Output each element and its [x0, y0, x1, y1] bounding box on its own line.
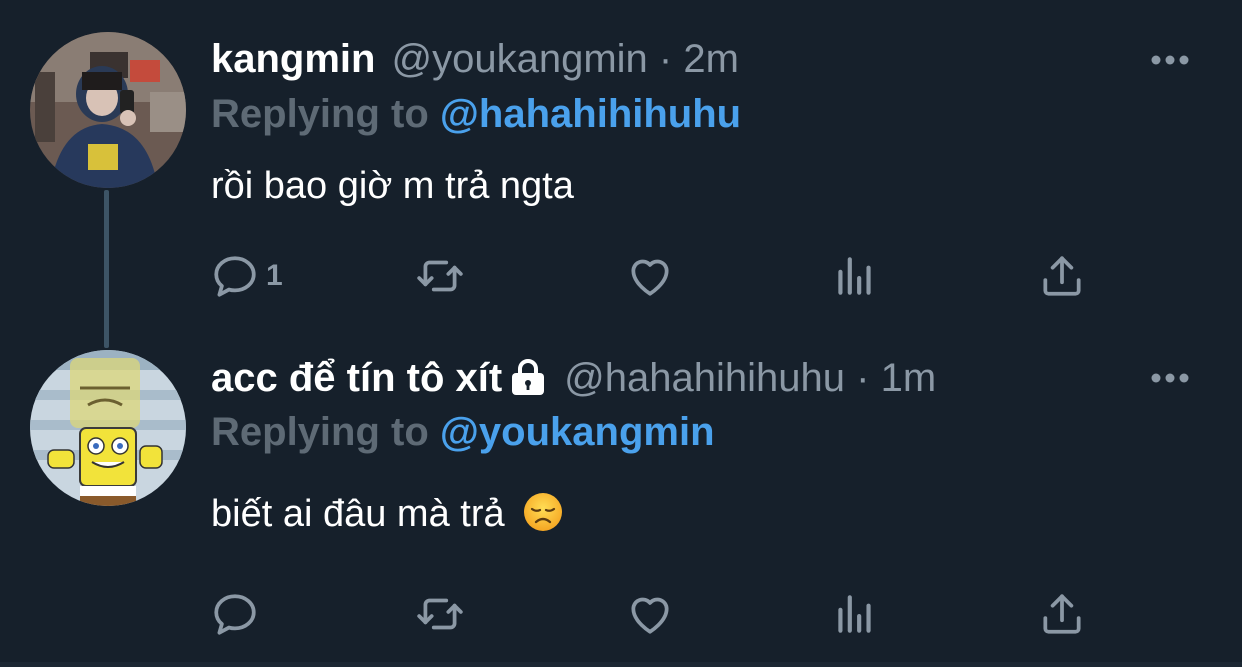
like-button[interactable]: [625, 248, 675, 304]
share-icon: [1043, 594, 1081, 634]
replying-label: Replying to: [211, 410, 429, 454]
display-name[interactable]: kangmin: [211, 37, 375, 82]
replying-mention[interactable]: @hahahihihuhu: [440, 92, 741, 136]
tweet-2[interactable]: acc để tín tô xít @hahahihihuhu · 1m Rep…: [0, 330, 1242, 665]
replying-to-line: Replying to @hahahihihuhu: [211, 92, 741, 137]
replying-mention[interactable]: @youkangmin: [440, 410, 715, 454]
more-icon[interactable]: [1150, 54, 1190, 66]
tweet-header: acc để tín tô xít @hahahihihuhu · 1m: [211, 355, 936, 411]
reply-button[interactable]: 1: [210, 248, 283, 304]
separator: ·: [658, 37, 673, 81]
retweet-icon: [417, 260, 463, 292]
reply-icon: [214, 594, 256, 635]
tweet-text-line: biết ai đâu mà trả: [211, 492, 563, 536]
avatar-kangmin[interactable]: [30, 32, 186, 188]
replying-to-line: Replying to @youkangmin: [211, 410, 715, 455]
action-bar: 1: [210, 248, 1090, 304]
reply-icon: [214, 256, 256, 297]
share-button[interactable]: [1037, 248, 1087, 304]
analytics-button[interactable]: [830, 586, 880, 642]
handle[interactable]: @youkangmin: [391, 37, 647, 81]
handle-time: @youkangmin · 2m: [391, 37, 738, 82]
retweet-button[interactable]: [415, 248, 465, 304]
more-icon[interactable]: [1150, 372, 1190, 384]
tweet-text: rồi bao giờ m trả ngta: [211, 165, 574, 207]
handle[interactable]: @hahahihihuhu: [564, 356, 845, 400]
analytics-icon: [838, 257, 871, 295]
retweet-icon: [417, 598, 463, 630]
action-bar: [210, 586, 1090, 642]
reply-button[interactable]: [210, 586, 266, 642]
retweet-button[interactable]: [415, 586, 465, 642]
analytics-icon: [838, 595, 871, 633]
timestamp[interactable]: 2m: [683, 37, 739, 81]
tweet-header: kangmin @youkangmin · 2m: [211, 37, 739, 93]
disappointed-face-emoji: [524, 493, 563, 531]
separator: ·: [856, 356, 870, 400]
replying-label: Replying to: [211, 92, 429, 136]
like-icon: [631, 259, 669, 296]
display-name[interactable]: acc để tín tô xít: [211, 356, 502, 401]
avatar-hahahihihuhu[interactable]: [30, 350, 186, 506]
share-button[interactable]: [1037, 586, 1087, 642]
tweet-1[interactable]: kangmin @youkangmin · 2m Replying to @ha…: [0, 0, 1242, 330]
reply-count: 1: [266, 259, 283, 292]
like-button[interactable]: [625, 586, 675, 642]
tweet-text: biết ai đâu mà trả: [211, 493, 505, 535]
divider: [0, 662, 1242, 667]
lock-icon: [512, 359, 545, 395]
handle-time: @hahahihihuhu · 1m: [564, 356, 936, 401]
share-icon: [1043, 256, 1081, 296]
like-icon: [631, 597, 669, 634]
timestamp[interactable]: 1m: [881, 356, 937, 400]
analytics-button[interactable]: [830, 248, 880, 304]
